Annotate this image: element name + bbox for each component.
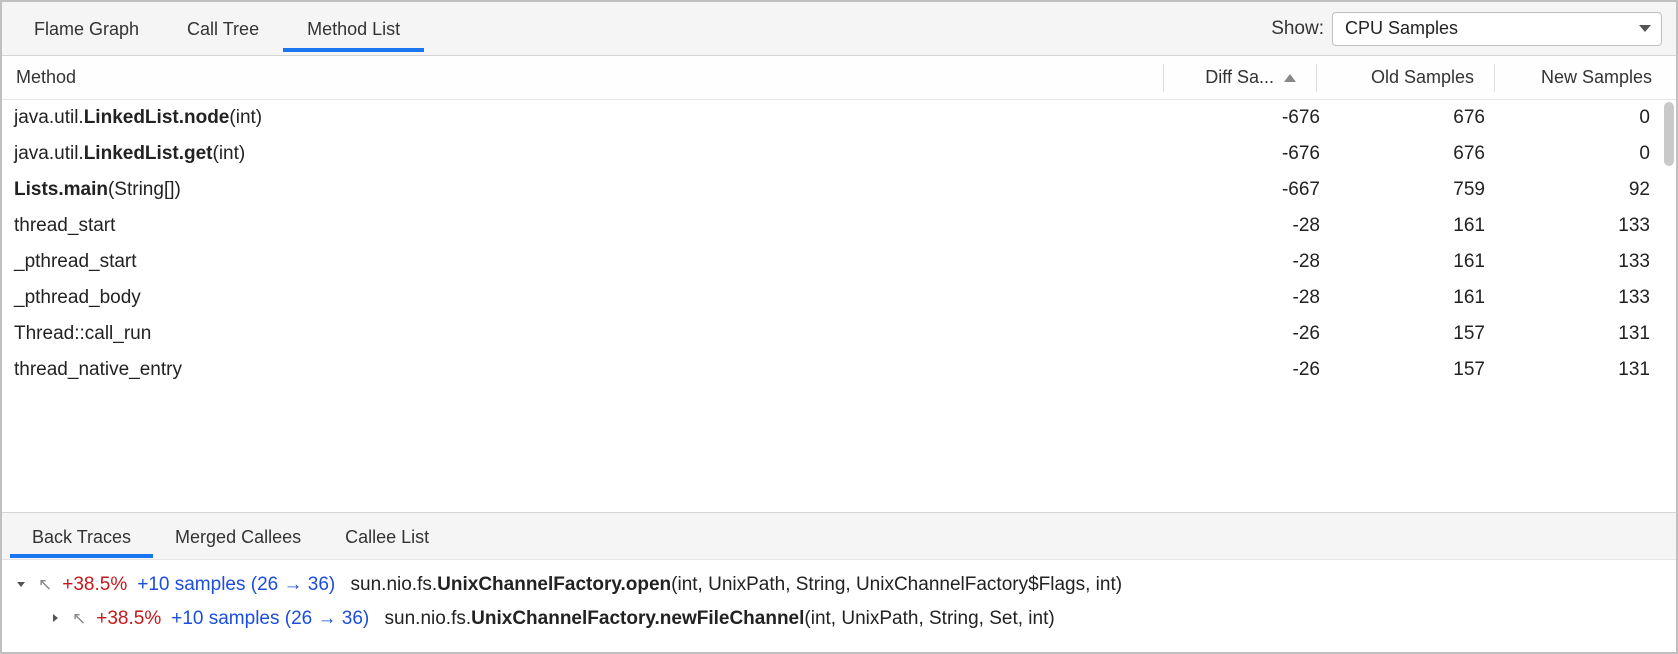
method-cell: Lists.main(String[]): [14, 179, 1194, 201]
old-cell: 161: [1334, 215, 1499, 237]
table-row[interactable]: java.util.LinkedList.get(int)-6766760: [2, 136, 1676, 172]
show-select-value: CPU Samples: [1345, 18, 1458, 39]
diff-cell: -28: [1194, 251, 1334, 273]
old-cell: 161: [1334, 251, 1499, 273]
table-header: Method Diff Sa... Old Samples New Sample…: [2, 56, 1676, 100]
show-label: Show:: [1271, 18, 1324, 40]
method-cell: _pthread_body: [14, 287, 1194, 309]
column-header-new[interactable]: New Samples: [1499, 67, 1664, 88]
diff-cell: -28: [1194, 287, 1334, 309]
new-cell: 133: [1499, 287, 1664, 309]
new-cell: 131: [1499, 323, 1664, 345]
tree-toggle-icon[interactable]: [14, 577, 28, 593]
tab-method-list[interactable]: Method List: [283, 5, 424, 52]
new-cell: 133: [1499, 215, 1664, 237]
table-row[interactable]: thread_start-28161133: [2, 208, 1676, 244]
table-row[interactable]: _pthread_start-28161133: [2, 244, 1676, 280]
method-cell: _pthread_start: [14, 251, 1194, 273]
diff-cell: -28: [1194, 215, 1334, 237]
chevron-down-icon: [1639, 25, 1651, 32]
new-cell: 0: [1499, 107, 1664, 129]
new-cell: 133: [1499, 251, 1664, 273]
tree-node[interactable]: ↖ +38.5% +10 samples (26 → 36) sun.nio.fs.…: [14, 602, 1664, 636]
bottom-tab-bar: Back Traces Merged Callees Callee List: [2, 512, 1676, 560]
diff-cell: -26: [1194, 323, 1334, 345]
table-row[interactable]: thread_native_entry-26157131: [2, 352, 1676, 388]
column-header-method[interactable]: Method: [14, 67, 1155, 88]
column-header-diff[interactable]: Diff Sa...: [1168, 67, 1308, 88]
method-cell: thread_native_entry: [14, 359, 1194, 381]
diff-percent: +38.5%: [62, 574, 127, 596]
tab-merged-callees[interactable]: Merged Callees: [153, 515, 323, 558]
old-cell: 759: [1334, 179, 1499, 201]
table-body: java.util.LinkedList.node(int)-6766760ja…: [2, 100, 1676, 512]
old-cell: 676: [1334, 143, 1499, 165]
diff-cell: -676: [1194, 107, 1334, 129]
table-row[interactable]: java.util.LinkedList.node(int)-6766760: [2, 100, 1676, 136]
table-row[interactable]: _pthread_body-28161133: [2, 280, 1676, 316]
diff-percent: +38.5%: [96, 608, 161, 630]
tab-back-traces[interactable]: Back Traces: [10, 515, 153, 558]
diff-samples: +10 samples (26 → 36): [171, 608, 369, 630]
scrollbar-thumb[interactable]: [1664, 102, 1674, 166]
show-select[interactable]: CPU Samples: [1332, 12, 1662, 46]
old-cell: 161: [1334, 287, 1499, 309]
tab-flame-graph[interactable]: Flame Graph: [10, 5, 163, 52]
old-cell: 157: [1334, 323, 1499, 345]
tree-method: sun.nio.fs.UnixChannelFactory.newFileCha…: [379, 608, 1054, 630]
diff-cell: -667: [1194, 179, 1334, 201]
table-row[interactable]: Lists.main(String[])-66775992: [2, 172, 1676, 208]
tab-callee-list[interactable]: Callee List: [323, 515, 451, 558]
old-cell: 157: [1334, 359, 1499, 381]
sort-asc-icon: [1284, 74, 1296, 82]
tree-toggle-icon[interactable]: [48, 611, 62, 627]
top-tab-bar: Flame Graph Call Tree Method List Show: …: [2, 2, 1676, 56]
new-cell: 0: [1499, 143, 1664, 165]
method-cell: java.util.LinkedList.get(int): [14, 143, 1194, 165]
tree-node[interactable]: ↖ +38.5% +10 samples (26 → 36) sun.nio.fs.…: [14, 568, 1664, 602]
diff-samples: +10 samples (26 → 36): [137, 574, 335, 596]
table-row[interactable]: Thread::call_run-26157131: [2, 316, 1676, 352]
method-cell: Thread::call_run: [14, 323, 1194, 345]
old-cell: 676: [1334, 107, 1499, 129]
diff-cell: -676: [1194, 143, 1334, 165]
tab-call-tree[interactable]: Call Tree: [163, 5, 283, 52]
call-direction-icon: ↖: [38, 575, 52, 595]
new-cell: 131: [1499, 359, 1664, 381]
column-header-old[interactable]: Old Samples: [1321, 67, 1486, 88]
method-cell: java.util.LinkedList.node(int): [14, 107, 1194, 129]
new-cell: 92: [1499, 179, 1664, 201]
diff-cell: -26: [1194, 359, 1334, 381]
call-direction-icon: ↖: [72, 609, 86, 629]
back-traces-tree: ↖ +38.5% +10 samples (26 → 36) sun.nio.fs.…: [2, 560, 1676, 652]
profiler-panel: Flame Graph Call Tree Method List Show: …: [0, 0, 1678, 654]
method-cell: thread_start: [14, 215, 1194, 237]
tree-method: sun.nio.fs.UnixChannelFactory.open(int, …: [345, 574, 1122, 596]
